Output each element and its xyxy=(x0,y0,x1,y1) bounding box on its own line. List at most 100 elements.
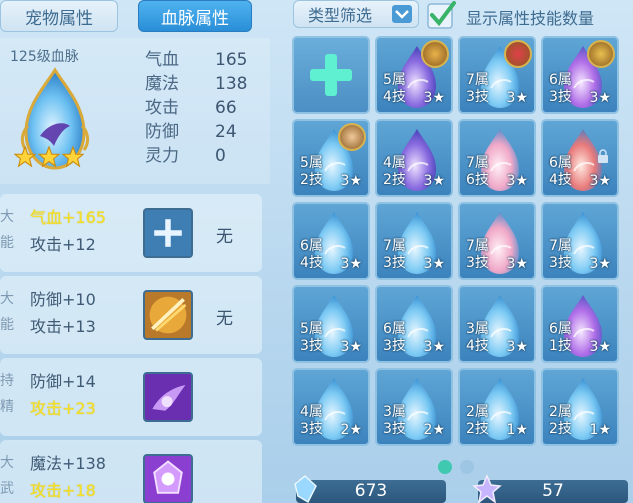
stat-name: 气血 xyxy=(145,50,179,70)
attribute-count: 6属 xyxy=(549,321,572,337)
bloodline-cell[interactable]: 6属 3技 3★ xyxy=(375,285,453,363)
star-level: 3★ xyxy=(506,90,528,106)
attribute-row: 大 武 魔法+138 攻击+18 xyxy=(0,440,262,503)
skill-count: 2技 xyxy=(466,421,489,437)
stat-name: 魔法 xyxy=(145,74,179,94)
resource-value: 57 xyxy=(542,481,564,501)
star-level: 2★ xyxy=(340,422,362,438)
star-level: 3★ xyxy=(506,339,528,355)
page-dot[interactable] xyxy=(438,460,452,474)
star-level: 3★ xyxy=(340,173,362,189)
add-skill-icon[interactable] xyxy=(143,208,193,258)
tab-bloodline-attributes[interactable]: 血脉属性 xyxy=(138,0,252,32)
star-level: 3★ xyxy=(423,173,445,189)
side-label: 持 xyxy=(0,373,14,389)
bloodline-cell[interactable]: 7属 3技 3★ xyxy=(375,202,453,280)
bloodline-cell[interactable]: 6属 4技 3★ xyxy=(292,202,370,280)
plus-icon xyxy=(310,54,352,96)
lock-icon xyxy=(598,149,608,163)
attribute-bonus: 防御+10 攻击+13 xyxy=(30,286,96,340)
bloodline-cell[interactable]: 4属 3技 2★ xyxy=(292,368,370,446)
stat-name: 灵力 xyxy=(145,146,179,166)
skill-count: 3技 xyxy=(300,338,323,354)
purple-wing-icon[interactable] xyxy=(143,372,193,422)
stat-row: 魔法 138 xyxy=(145,72,247,96)
attribute-count: 6属 xyxy=(549,155,572,171)
skill-count: 3技 xyxy=(383,421,406,437)
tab-pet-attributes[interactable]: 宠物属性 xyxy=(0,0,118,32)
star-level: 3★ xyxy=(589,173,611,189)
add-bloodline-cell[interactable] xyxy=(292,36,370,114)
attribute-count: 2属 xyxy=(466,404,489,420)
bloodline-cell[interactable]: 7属 3技 3★ xyxy=(458,36,536,114)
bloodline-cell[interactable]: 7属 3技 3★ xyxy=(458,202,536,280)
attribute-count: 7属 xyxy=(466,238,489,254)
gold-slash-icon[interactable] xyxy=(143,290,193,340)
purple-crystal-icon[interactable] xyxy=(143,454,193,503)
attribute-count: 2属 xyxy=(549,404,572,420)
bloodline-cell[interactable]: 3属 3技 2★ xyxy=(375,368,453,446)
bloodline-cell[interactable]: 3属 4技 3★ xyxy=(458,285,536,363)
bloodline-cell[interactable]: 2属 2技 1★ xyxy=(458,368,536,446)
bloodline-cell[interactable]: 6属 3技 3★ xyxy=(541,36,619,114)
bloodline-counts: 4属 3技 xyxy=(300,404,323,438)
bloodline-counts: 6属 3技 xyxy=(383,321,406,355)
star-level: 3★ xyxy=(423,339,445,355)
skill-count: 3技 xyxy=(466,89,489,105)
type-filter-button[interactable]: 类型筛选 xyxy=(293,0,419,28)
bloodline-counts: 7属 3技 xyxy=(466,72,489,106)
bonus-line: 防御+14 xyxy=(30,372,96,391)
bloodline-counts: 7属 3技 xyxy=(549,238,572,272)
side-label: 大 xyxy=(0,291,14,307)
stat-row: 灵力 0 xyxy=(145,144,247,168)
bloodline-cell[interactable]: 7属 3技 3★ xyxy=(541,202,619,280)
star-icon xyxy=(62,146,84,168)
skill-count: 6技 xyxy=(466,172,489,188)
star-level: 2★ xyxy=(423,422,445,438)
bloodline-counts: 6属 4技 xyxy=(549,155,572,189)
bloodline-counts: 7属 6技 xyxy=(466,155,489,189)
bonus-line: 攻击+18 xyxy=(30,481,96,500)
bloodline-cell[interactable]: 5属 3技 3★ xyxy=(292,285,370,363)
bonus-line: 魔法+138 xyxy=(30,454,106,473)
skill-count: 3技 xyxy=(383,338,406,354)
stat-row: 攻击 66 xyxy=(145,96,247,120)
pet-portrait-icon xyxy=(338,123,366,151)
skill-count: 3技 xyxy=(466,255,489,271)
star-level: 3★ xyxy=(506,256,528,272)
bloodline-counts: 6属 3技 xyxy=(549,72,572,106)
stat-value: 66 xyxy=(215,98,237,118)
star-rating xyxy=(14,146,84,168)
bonus-line: 气血+165 xyxy=(30,208,106,227)
bloodline-counts: 3属 4技 xyxy=(466,321,489,355)
bloodline-cell[interactable]: 4属 2技 3★ xyxy=(375,119,453,197)
attribute-count: 5属 xyxy=(300,155,323,171)
stat-name: 防御 xyxy=(145,122,179,142)
bloodline-cell[interactable]: 2属 2技 1★ xyxy=(541,368,619,446)
bloodline-cell[interactable]: 5属 4技 3★ xyxy=(375,36,453,114)
star-level: 3★ xyxy=(423,90,445,106)
star-level: 3★ xyxy=(423,256,445,272)
attribute-count: 3属 xyxy=(383,404,406,420)
star-level: 1★ xyxy=(589,422,611,438)
stat-row: 防御 24 xyxy=(145,120,247,144)
attribute-count: 6属 xyxy=(300,238,323,254)
page-dot[interactable] xyxy=(460,460,474,474)
bloodline-cell[interactable]: 7属 6技 3★ xyxy=(458,119,536,197)
resource-counter: 673 xyxy=(294,475,446,503)
type-filter-label: 类型筛选 xyxy=(308,6,373,25)
bloodline-cell[interactable]: 6属 4技 3★ xyxy=(541,119,619,197)
side-label: 能 xyxy=(0,317,14,333)
attribute-bonus: 防御+14 攻击+23 xyxy=(30,368,96,422)
side-label: 精 xyxy=(0,399,14,415)
attribute-count: 7属 xyxy=(466,72,489,88)
star-level: 3★ xyxy=(589,339,611,355)
show-counts-checkbox[interactable] xyxy=(426,0,456,30)
attribute-count: 7属 xyxy=(549,238,572,254)
attribute-count: 6属 xyxy=(383,321,406,337)
bloodline-cell[interactable]: 6属 1技 3★ xyxy=(541,285,619,363)
show-counts-label: 显示属性技能数量 xyxy=(466,9,595,28)
stat-value: 0 xyxy=(215,146,226,166)
skill-count: 4技 xyxy=(549,172,572,188)
bloodline-cell[interactable]: 5属 2技 3★ xyxy=(292,119,370,197)
